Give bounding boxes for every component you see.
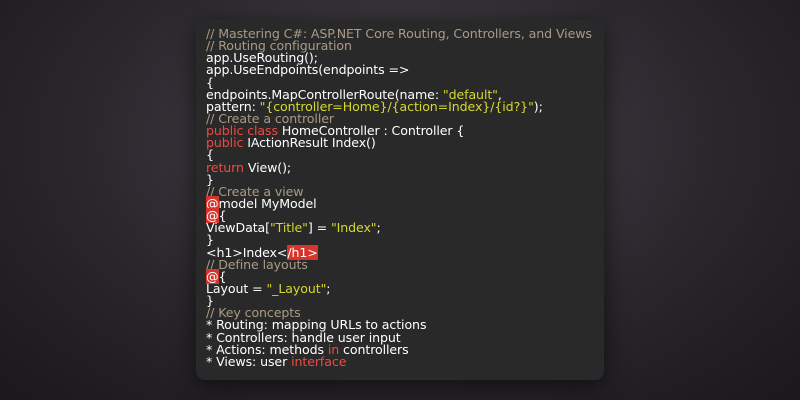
code-block: // Mastering C#: ASP.NET Core Routing, C… xyxy=(206,27,604,369)
code-line: @model MyModel xyxy=(206,195,604,211)
code-text: ; xyxy=(376,220,381,236)
code-text: controllers xyxy=(339,341,409,357)
code-line: app.UseEndpoints(endpoints => xyxy=(206,62,604,78)
code-line: return View(); xyxy=(206,159,604,175)
code-line: public IActionResult Index() xyxy=(206,135,604,151)
code-text: * Views: user xyxy=(206,353,292,369)
code-text: model MyModel xyxy=(218,195,317,211)
code-text: Layout = xyxy=(206,280,267,296)
code-line: * Views: user interface xyxy=(206,353,604,369)
string-token: "_Layout" xyxy=(266,280,327,296)
code-text: app.UseEndpoints(endpoints => xyxy=(206,62,410,78)
code-text: ; xyxy=(326,280,331,296)
code-line: Layout = "_Layout"; xyxy=(206,280,604,296)
keyword-token: interface xyxy=(291,353,347,369)
code-text: View(); xyxy=(243,159,292,175)
code-text: ); xyxy=(533,98,543,114)
code-text: IActionResult Index() xyxy=(243,135,376,151)
string-token: "Title" xyxy=(269,220,308,236)
code-text: ] = xyxy=(307,220,331,236)
code-text: ViewData[ xyxy=(206,220,270,236)
code-editor-window: // Mastering C#: ASP.NET Core Routing, C… xyxy=(196,20,604,380)
code-line: ViewData["Title"] = "Index"; xyxy=(206,220,604,236)
string-token: "Index" xyxy=(330,220,377,236)
code-line: // Define layouts xyxy=(206,258,604,271)
